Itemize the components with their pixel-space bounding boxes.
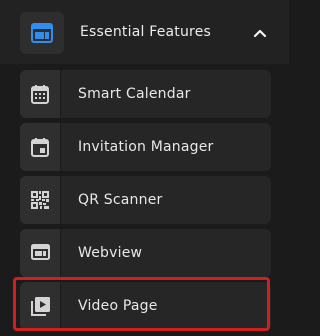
list-item-label: Video Page [78, 298, 158, 314]
list-item-label: Invitation Manager [78, 139, 214, 155]
list-item-label: Smart Calendar [78, 86, 191, 102]
list-item-invitation-manager[interactable]: Invitation Manager [20, 123, 271, 171]
webview-icon [20, 229, 61, 277]
event-icon [20, 123, 61, 171]
essential-features-header[interactable]: Essential Features [0, 0, 289, 64]
list-item-video-page[interactable]: Video Page [20, 282, 271, 330]
calendar-icon [20, 70, 61, 118]
list-item-smart-calendar[interactable]: Smart Calendar [20, 70, 271, 118]
video-library-icon [20, 282, 61, 330]
list-item-qr-scanner[interactable]: QR Scanner [20, 176, 271, 224]
list-item-label: QR Scanner [78, 192, 163, 208]
qr-code-icon [20, 176, 61, 224]
feature-list: Smart Calendar Invitation Manager QR Sca… [20, 70, 271, 335]
section-title: Essential Features [80, 24, 212, 40]
webview-panel-icon [20, 12, 64, 54]
list-item-label: Webview [78, 245, 143, 261]
chevron-up-icon[interactable] [251, 26, 269, 40]
list-item-webview[interactable]: Webview [20, 229, 271, 277]
